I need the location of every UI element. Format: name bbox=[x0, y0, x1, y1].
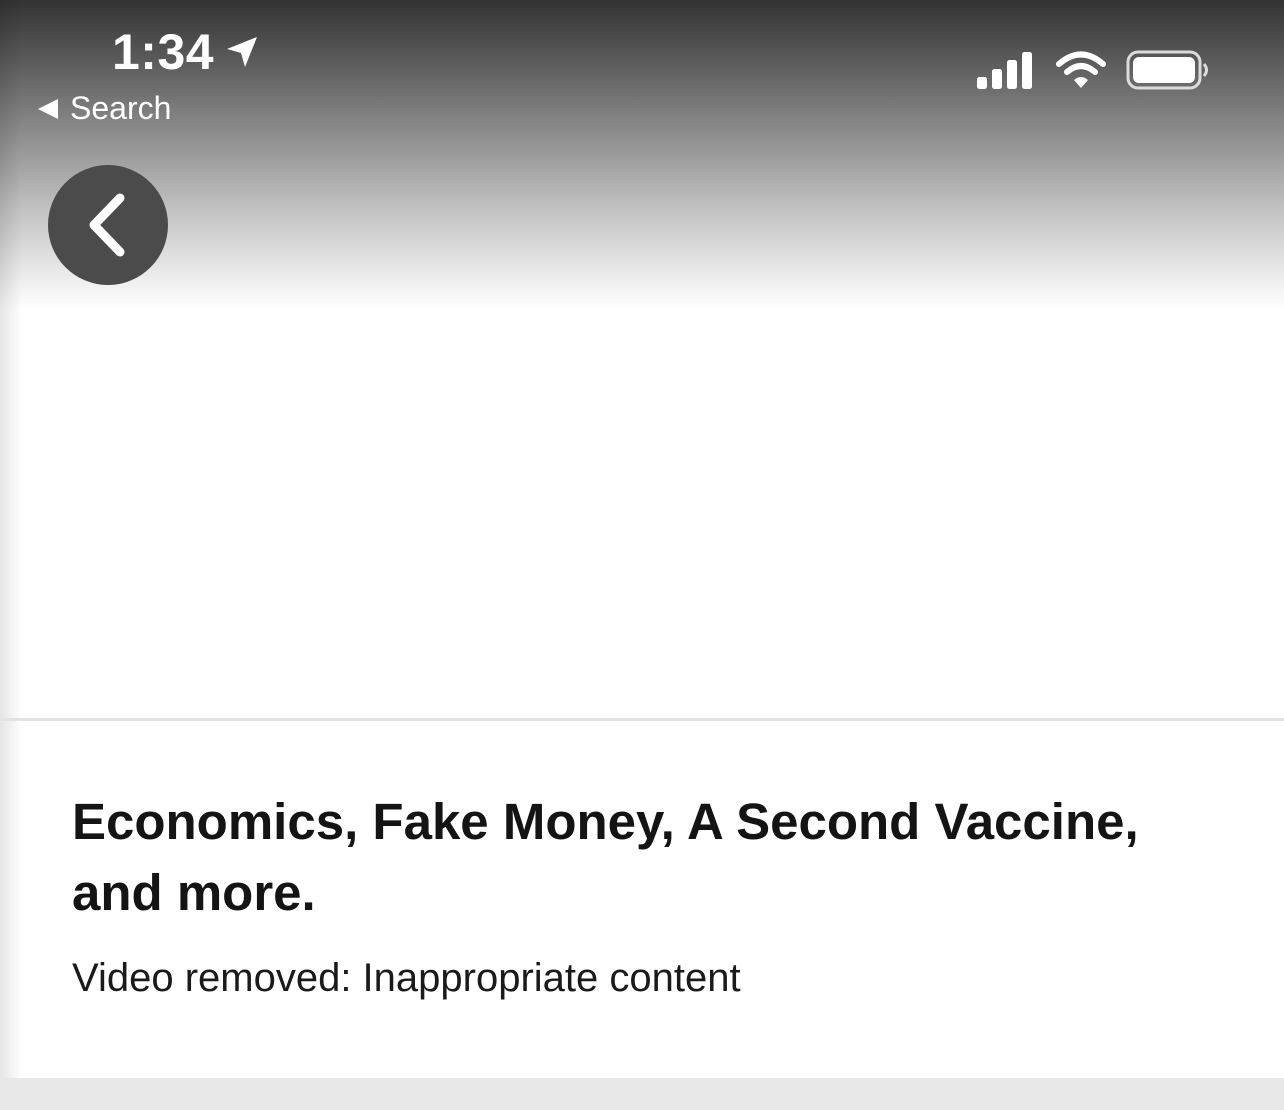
back-button[interactable] bbox=[48, 165, 168, 285]
back-to-search-label: Search bbox=[70, 90, 172, 126]
back-triangle-icon bbox=[38, 98, 58, 119]
clock-time: 1:34 bbox=[112, 24, 215, 80]
back-to-search-link[interactable]: Search bbox=[36, 90, 171, 127]
video-title: Economics, Fake Money, A Second Vaccine,… bbox=[72, 793, 1139, 921]
cellular-signal-icon bbox=[977, 52, 1032, 89]
video-status-message: Video removed: Inappropriate content bbox=[72, 956, 741, 1000]
status-bar-icons bbox=[976, 50, 1210, 90]
location-arrow-icon bbox=[227, 37, 258, 67]
bottom-separator-band bbox=[0, 1078, 1284, 1110]
status-bar-time: 1:34 bbox=[112, 22, 260, 82]
battery-icon bbox=[1126, 50, 1208, 90]
video-divider bbox=[0, 718, 1284, 721]
wifi-icon bbox=[1056, 51, 1106, 88]
chevron-left-icon bbox=[89, 193, 125, 257]
